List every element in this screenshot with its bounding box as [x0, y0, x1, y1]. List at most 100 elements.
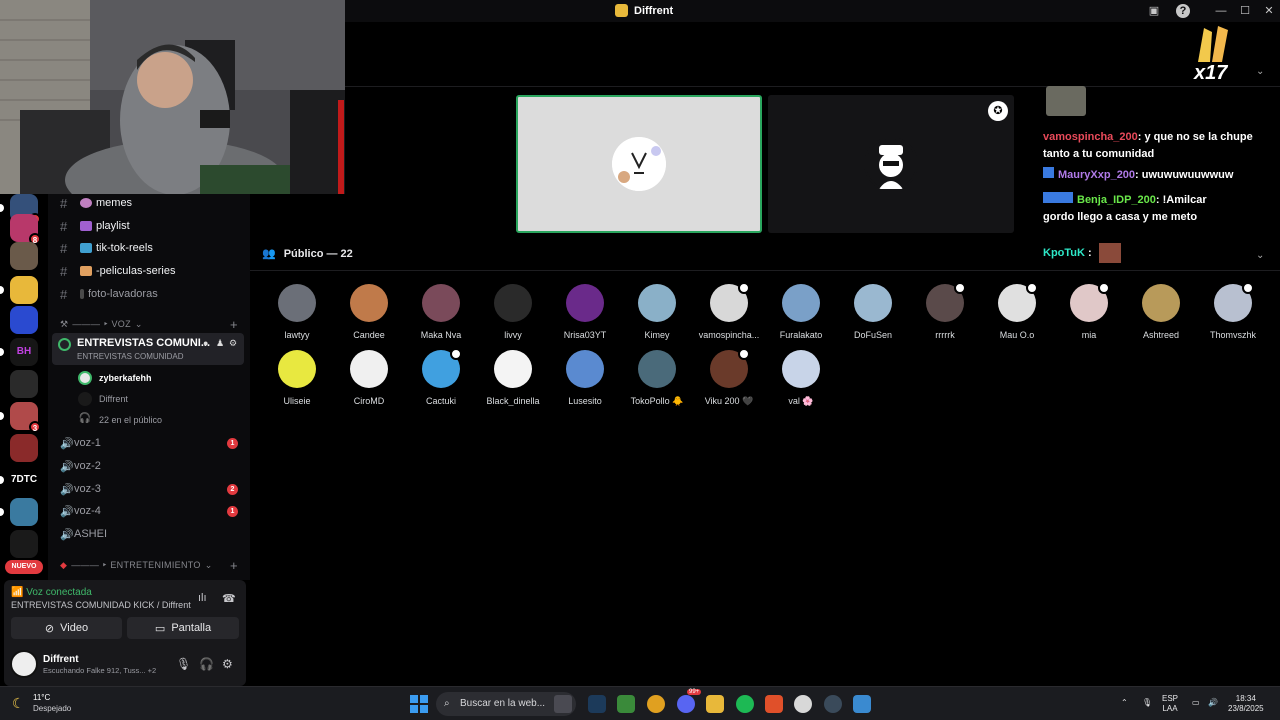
help-icon[interactable]: ? — [1176, 4, 1190, 18]
chevron-down-icon[interactable]: ⌄ — [1256, 66, 1264, 77]
inbox-icon[interactable]: ▣ — [1147, 4, 1161, 18]
add-channel-icon[interactable]: + — [230, 558, 238, 573]
audience-member[interactable]: Uliseie — [261, 350, 333, 406]
moderator-icon — [450, 348, 462, 360]
speaker-tile[interactable] — [516, 95, 762, 233]
mention-badge: 1 — [227, 505, 238, 517]
screen-share-button[interactable]: ▭ Pantalla — [127, 617, 239, 639]
audience-member[interactable]: Cactuki — [405, 348, 477, 406]
audience-member[interactable]: Viku 200 🖤 — [693, 348, 765, 407]
audience-member[interactable]: mia — [1053, 282, 1125, 340]
soundboard-icon[interactable]: ılı — [198, 592, 207, 604]
add-member-icon[interactable]: ♟ — [216, 338, 226, 348]
chat-badge-icon — [1043, 167, 1054, 178]
voice-channel[interactable]: 🔊 voz-4 1 — [48, 500, 244, 522]
chat-text: : — [1088, 246, 1092, 259]
server-icon[interactable] — [10, 276, 38, 304]
headphones-icon[interactable]: 🎧 — [199, 657, 214, 671]
minecraft-icon[interactable] — [617, 695, 635, 713]
audience-member[interactable]: lawtyy — [261, 284, 333, 340]
audience-member[interactable]: TokoPollo 🐥 — [621, 350, 693, 407]
audience-member[interactable]: Kimey — [621, 284, 693, 340]
close-button[interactable]: ✕ — [1262, 4, 1276, 18]
server-text-icon[interactable]: 7DTC — [6, 474, 42, 485]
discord-icon[interactable]: 99+ — [677, 689, 702, 713]
server-icon[interactable] — [10, 370, 38, 398]
speaker-avatar — [612, 137, 666, 191]
voice-channel-path[interactable]: ENTREVISTAS COMUNIDAD KICK / Diffrent — [11, 600, 191, 610]
voice-channel[interactable]: 🔊 voz-3 2 — [48, 478, 244, 500]
channel-peliculas-series[interactable]: # -peliculas-series — [48, 260, 244, 282]
audience-member[interactable]: val 🌸 — [765, 350, 837, 407]
notepad-icon[interactable] — [853, 695, 871, 713]
category-entretenimiento[interactable]: ◆ ——— ‣ ENTRETENIMIENTO ⌄ + — [60, 558, 238, 573]
audience-member[interactable]: vamospincha... — [693, 282, 765, 340]
disconnect-icon[interactable]: ☎ — [222, 592, 236, 605]
audience-member[interactable]: DoFuSen — [837, 284, 909, 340]
volume-icon[interactable]: 🔊 — [1208, 698, 1218, 708]
voice-channel[interactable]: 🔊 ASHEI — [48, 523, 244, 545]
server-icon[interactable]: BH — [10, 338, 38, 366]
channel-playlist[interactable]: # playlist — [48, 215, 244, 237]
video-button[interactable]: ⊘ Video — [11, 617, 122, 639]
gear-icon[interactable]: ⚙ — [222, 657, 233, 671]
maximize-button[interactable]: ☐ — [1238, 4, 1252, 18]
gem-icon: ◆ — [60, 560, 68, 570]
gear-icon[interactable]: ⚙ — [229, 338, 239, 348]
chat-icon[interactable]: ● — [203, 338, 213, 348]
add-channel-icon[interactable]: + — [230, 317, 238, 332]
steam-icon[interactable] — [588, 695, 606, 713]
audience-member[interactable]: Black_dinella — [477, 350, 549, 406]
audience-member[interactable]: CiroMD — [333, 350, 405, 406]
app-icon[interactable] — [824, 695, 842, 713]
audience-member[interactable]: livvy — [477, 284, 549, 340]
channel-memes[interactable]: # memes — [48, 194, 244, 214]
discord-logo-icon — [615, 4, 628, 17]
voice-member[interactable]: zyberkafehh — [78, 371, 152, 385]
microphone-icon[interactable]: 🎙 — [1142, 698, 1152, 708]
audience-member[interactable]: Mau O.o — [981, 282, 1053, 340]
voice-channel[interactable]: 🔊 voz-2 — [48, 455, 244, 477]
audience-member[interactable]: Maka Nva — [405, 284, 477, 340]
chrome-icon[interactable] — [647, 695, 665, 713]
network-icon[interactable]: ▭ — [1192, 698, 1200, 708]
file-explorer-icon[interactable] — [706, 695, 724, 713]
audience-member[interactable]: Thomvszhk — [1197, 282, 1269, 340]
audience-member[interactable]: Ashtreed — [1125, 284, 1197, 340]
obs-icon[interactable] — [794, 695, 812, 713]
server-icon[interactable] — [10, 498, 38, 526]
server-icon[interactable] — [10, 306, 38, 334]
microphone-icon[interactable]: 🎙 — [176, 657, 191, 671]
avatar[interactable] — [10, 650, 38, 678]
server-icon[interactable]: 3 — [10, 402, 41, 433]
server-icon[interactable] — [10, 242, 38, 270]
voice-channel[interactable]: 🔊 voz-1 1 — [48, 432, 244, 454]
audience-member-name: livvy — [504, 330, 522, 340]
audience-member[interactable]: Lusesito — [549, 350, 621, 406]
spotify-icon[interactable] — [736, 695, 754, 713]
audience-member-name: DoFuSen — [853, 330, 893, 340]
brave-icon[interactable] — [765, 695, 783, 713]
voice-member[interactable]: Diffrent — [78, 392, 128, 406]
category-voz[interactable]: ⚒ ——— ‣ VOZ ⌄ + — [60, 317, 238, 332]
taskbar-search[interactable]: ⌕ Buscar en la web... — [436, 692, 576, 716]
windows-start-icon[interactable] — [410, 695, 428, 713]
active-voice-channel[interactable]: ENTREVISTAS COMUNI... ENTREVISTAS COMUNI… — [52, 333, 244, 365]
speaker-tile[interactable]: ✪ — [768, 95, 1014, 233]
server-icon[interactable]: 8 — [10, 214, 41, 245]
server-icon[interactable] — [10, 434, 38, 462]
audience-count-row[interactable]: 🎧 22 en el público — [78, 413, 162, 427]
tray-overflow-icon[interactable]: ⌃ — [1121, 698, 1128, 708]
channel-foto-lavadoras[interactable]: # foto-lavadoras — [48, 283, 244, 305]
moderator-icon: ✪ — [988, 101, 1008, 121]
clock[interactable]: 18:34 23/8/2025 — [1228, 694, 1264, 714]
server-icon[interactable] — [10, 530, 38, 558]
language-indicator[interactable]: ESP LAA — [1162, 694, 1178, 714]
audience-member[interactable]: Nrisa03YT — [549, 284, 621, 340]
channel-tik-tok-reels[interactable]: # tik-tok-reels — [48, 237, 244, 259]
audience-member[interactable]: Furalakato — [765, 284, 837, 340]
audience-member[interactable]: Candee — [333, 284, 405, 340]
audience-member[interactable]: rrrrrk — [909, 282, 981, 340]
minimize-button[interactable]: — — [1214, 4, 1228, 18]
avatar — [638, 284, 676, 322]
